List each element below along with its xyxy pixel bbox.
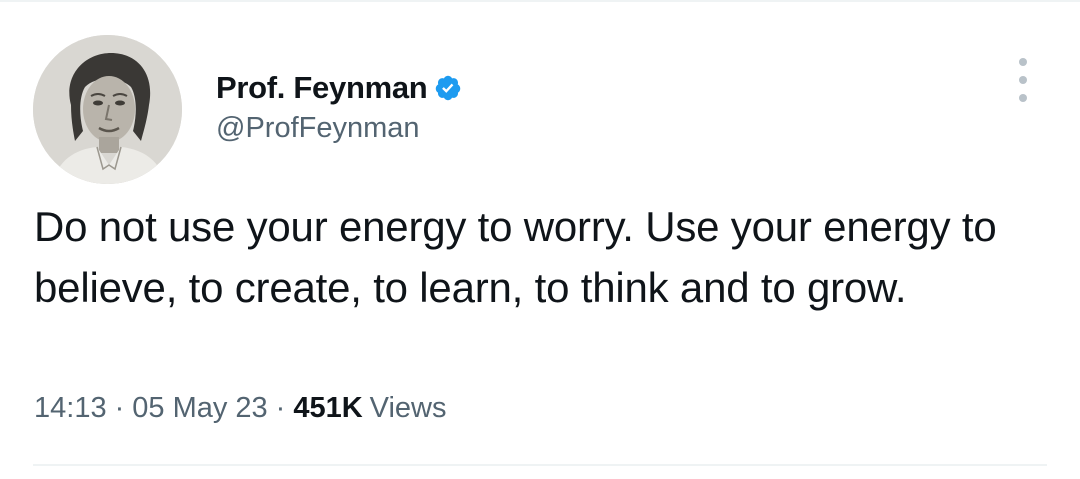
author-block: Prof. Feynman @ProfFeynman [216, 70, 462, 145]
tweet-date[interactable]: 05 May 23 [132, 392, 267, 425]
more-vertical-icon-dot [1019, 94, 1027, 102]
bottom-divider [33, 464, 1047, 466]
tweet-text: Do not use your energy to worry. Use you… [34, 203, 997, 311]
name-row: Prof. Feynman [216, 70, 462, 106]
verified-badge-icon [434, 74, 462, 102]
handle[interactable]: @ProfFeynman [216, 112, 462, 145]
display-name[interactable]: Prof. Feynman [216, 70, 428, 106]
meta-separator: · [275, 392, 286, 424]
avatar[interactable] [33, 35, 182, 184]
tweet: Prof. Feynman @ProfFeynman Do not use yo… [0, 0, 1080, 479]
more-vertical-icon-dot [1019, 76, 1027, 84]
meta-separator: · [114, 392, 125, 424]
views-label[interactable]: Views [370, 392, 447, 425]
portrait-avatar-image [33, 35, 182, 184]
more-vertical-icon [1019, 58, 1027, 66]
more-options-button[interactable] [1008, 58, 1038, 102]
views-count[interactable]: 451K [293, 392, 362, 425]
tweet-meta: 14:13 · 05 May 23 · 451K Views [34, 392, 447, 425]
tweet-time[interactable]: 14:13 [34, 392, 107, 425]
